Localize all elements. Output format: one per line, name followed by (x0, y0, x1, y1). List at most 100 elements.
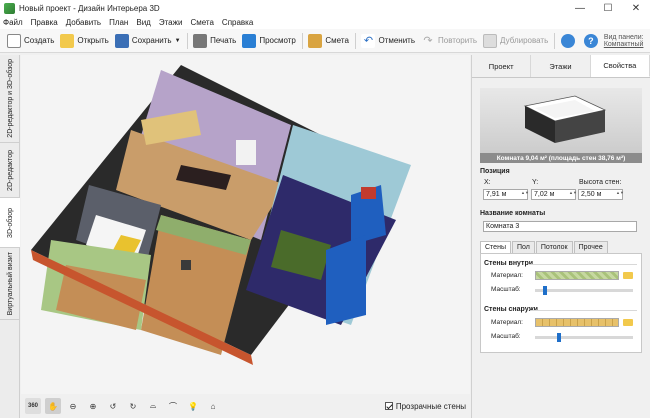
save-label: Сохранить (131, 36, 172, 45)
light-bulb-icon[interactable]: 💡 (185, 398, 201, 414)
monitor-icon (242, 33, 257, 48)
menu-help[interactable]: Справка (222, 18, 253, 27)
menu-add[interactable]: Добавить (66, 18, 101, 27)
menu-edit[interactable]: Правка (31, 18, 58, 27)
close-button[interactable]: ✕ (622, 0, 650, 16)
bedroom-sofa (326, 235, 366, 325)
printer-icon (193, 33, 208, 48)
room-preview (480, 88, 642, 163)
wall-height-label: Высота стен: (579, 179, 622, 186)
room-subtabs: Стены Пол Потолок Прочее (480, 241, 642, 253)
right-tabs: Проект Этажи Свойства (472, 55, 650, 78)
settings-button[interactable] (558, 31, 581, 51)
tab-3d-view[interactable]: 3D-обзор (0, 198, 20, 248)
estimate-icon (308, 33, 323, 48)
preview-button[interactable]: Просмотр (239, 31, 299, 51)
outer-scale-label: Масштаб: (491, 333, 521, 340)
tab-virtual-visit[interactable]: Виртуальный визит (0, 248, 20, 320)
undo-icon: ↶ (361, 33, 376, 48)
tab-2d-3d[interactable]: 2D-редактор и 3D-обзор (0, 55, 20, 143)
subtab-floor[interactable]: Пол (511, 241, 535, 253)
help-button[interactable]: ? (581, 31, 604, 51)
tab-project[interactable]: Проект (472, 55, 532, 77)
y-value: 7,02 м (534, 191, 555, 198)
tab-2d-editor-label: 2D-редактор (6, 149, 14, 191)
divider (529, 264, 637, 265)
spinner-icon[interactable]: ▲▼ (521, 191, 529, 198)
floppy-icon (114, 33, 129, 48)
spinner-icon[interactable]: ▲▼ (569, 191, 577, 198)
subtab-other[interactable]: Прочее (573, 241, 608, 253)
separator (186, 32, 188, 49)
outer-scale-slider[interactable] (535, 333, 633, 342)
inner-scale-slider[interactable] (535, 286, 633, 295)
print-button[interactable]: Печать (190, 31, 239, 51)
app-icon (4, 2, 15, 14)
zoom-out-icon[interactable]: ⊖ (65, 398, 81, 414)
chevron-down-icon[interactable]: ▼ (175, 38, 181, 44)
rotate-360-button[interactable]: 360 (25, 398, 41, 414)
redo-icon: ↷ (423, 35, 433, 47)
tilt-down-icon[interactable]: ⌒ (165, 398, 181, 414)
inner-scale-thumb[interactable] (542, 286, 547, 295)
save-button[interactable]: Сохранить ▼ (112, 31, 184, 51)
zoom-in-icon[interactable]: ⊕ (85, 398, 101, 414)
tab-floors[interactable]: Этажи (531, 55, 591, 77)
open-button[interactable]: Открыть (57, 31, 111, 51)
tab-properties[interactable]: Свойства (590, 55, 650, 77)
room-name-value: Комната 3 (486, 223, 520, 230)
panel-view-label: Вид панели: Компактный (604, 34, 648, 48)
room-name-field[interactable]: Комната 3 (483, 221, 637, 232)
duplicate-button[interactable]: Дублировать (480, 31, 551, 51)
outer-scale-thumb[interactable] (556, 333, 561, 342)
redo-button[interactable]: ↷ Повторить (418, 31, 480, 51)
room-preview-box (523, 95, 607, 143)
rotate-right-icon[interactable]: ↻ (125, 398, 141, 414)
subtab-ceiling[interactable]: Потолок (535, 241, 573, 253)
estimate-button[interactable]: Смета (305, 31, 351, 51)
menu-file[interactable]: Файл (3, 18, 23, 27)
3d-viewport[interactable] (21, 55, 470, 394)
panel-view-link[interactable]: Компактный (604, 41, 644, 48)
tilt-up-icon[interactable]: ⌓ (145, 398, 161, 414)
print-label: Печать (210, 36, 237, 45)
separator (554, 32, 555, 49)
bedroom-pillow (361, 187, 376, 199)
menu-bar: Файл Правка Добавить План Вид Этажи Смет… (0, 16, 650, 29)
outer-material-swatch[interactable] (535, 318, 619, 327)
walls-settings: Стены внутри Материал: Масштаб: Стены сн… (480, 253, 642, 353)
view-toolbar: 360 ✋ ⊖ ⊕ ↺ ↻ ⌓ ⌒ 💡 ⌂ Прозрачные стены (21, 394, 470, 418)
title-bar: Новый проект - Дизайн Интерьера 3D — ☐ ✕ (0, 0, 650, 16)
inner-material-folder-icon[interactable] (623, 272, 633, 279)
panel-view-caption: Вид панели: (603, 33, 644, 41)
transparent-walls-checkbox[interactable] (384, 402, 393, 410)
hand-icon[interactable]: ✋ (45, 398, 61, 414)
create-button[interactable]: Создать (4, 31, 57, 51)
outer-material-folder-icon[interactable] (623, 319, 633, 326)
window-title: Новый проект - Дизайн Интерьера 3D (19, 3, 160, 13)
floor-plan-3d-render (31, 65, 411, 365)
undo-button[interactable]: ↶ Отменить (358, 31, 418, 51)
y-field[interactable]: 7,02 м ▲▼ (531, 189, 577, 200)
x-field[interactable]: 7,91 м ▲▼ (483, 189, 529, 200)
transparent-walls-toggle[interactable]: Прозрачные стены (384, 402, 466, 411)
tab-virtual-visit-label: Виртуальный визит (6, 251, 14, 316)
home-icon[interactable]: ⌂ (205, 398, 221, 414)
outer-material-label: Материал: (491, 319, 523, 326)
menu-view[interactable]: Вид (136, 18, 150, 27)
maximize-button[interactable]: ☐ (594, 0, 622, 16)
subtab-walls[interactable]: Стены (480, 241, 511, 253)
separator (301, 32, 303, 49)
x-label: X: (484, 179, 491, 186)
menu-estimate[interactable]: Смета (190, 18, 213, 27)
rotate-left-icon[interactable]: ↺ (105, 398, 121, 414)
menu-plan[interactable]: План (109, 18, 128, 27)
wall-height-field[interactable]: 2,50 м ▲▼ (578, 189, 624, 200)
tab-2d-editor[interactable]: 2D-редактор (0, 143, 20, 198)
minimize-button[interactable]: — (566, 0, 594, 16)
x-value: 7,91 м (486, 191, 507, 198)
menu-floors[interactable]: Этажи (159, 18, 183, 27)
spinner-icon[interactable]: ▲▼ (616, 191, 624, 198)
inner-material-swatch[interactable] (535, 271, 619, 280)
gear-icon (560, 33, 575, 48)
